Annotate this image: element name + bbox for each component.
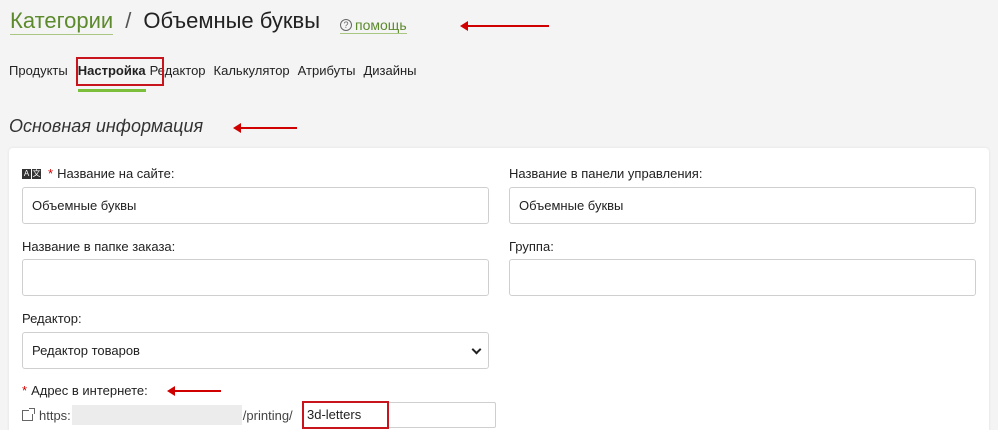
url-prefix: https: <box>39 407 71 423</box>
site-name-input[interactable]: Объемные буквы <box>22 187 489 224</box>
annotation-arrow-help <box>460 21 549 31</box>
external-link-icon[interactable] <box>22 407 35 421</box>
site-name-label-row: A文 * Название на сайте: <box>22 166 174 181</box>
url-slug-value[interactable]: 3d-letters <box>302 401 389 429</box>
url-label-row: * Адрес в интернете: <box>22 383 148 398</box>
admin-name-input[interactable]: Объемные буквы <box>509 187 976 224</box>
tab-bar: Продукты Настройка Редактор Калькулятор … <box>9 63 425 92</box>
basic-info-card: A文 * Название на сайте: Объемные буквы Н… <box>9 148 989 430</box>
annotation-arrow-section <box>233 123 297 133</box>
tab-products[interactable]: Продукты <box>9 63 68 81</box>
page-header: Категории / Объемные буквы ? помощь <box>10 8 407 40</box>
help-label: помощь <box>355 17 407 33</box>
section-title-basic-info: Основная информация <box>9 116 204 136</box>
tab-designs[interactable]: Дизайны <box>363 63 416 81</box>
admin-name-label: Название в панели управления: <box>509 166 703 181</box>
help-link[interactable]: ? помощь <box>340 17 407 34</box>
site-name-label: Название на сайте: <box>57 166 175 181</box>
group-label: Группа: <box>509 239 554 254</box>
help-question-icon: ? <box>340 19 353 31</box>
url-row: https: /printing/ <box>22 402 293 428</box>
tab-attributes[interactable]: Атрибуты <box>298 63 356 81</box>
annotation-box-settings-tab <box>76 57 164 86</box>
required-mark: * <box>48 166 54 181</box>
breadcrumb-categories-link[interactable]: Категории <box>10 8 114 35</box>
required-mark: * <box>22 383 28 398</box>
annotation-arrow-url <box>167 386 221 396</box>
editor-select[interactable]: Редактор товаров <box>22 332 489 369</box>
group-input[interactable] <box>509 259 976 296</box>
order-folder-input[interactable] <box>22 259 489 296</box>
editor-select-value: Редактор товаров <box>32 343 140 358</box>
chevron-down-icon <box>471 344 482 355</box>
order-folder-label: Название в папке заказа: <box>22 239 176 254</box>
breadcrumb-separator: / <box>125 8 132 33</box>
url-path: /printing/ <box>242 407 293 423</box>
redacted-domain <box>71 405 242 425</box>
translate-icon[interactable]: A文 <box>22 168 42 179</box>
editor-label: Редактор: <box>22 311 82 326</box>
page-title: Объемные буквы <box>143 8 321 33</box>
url-label: Адрес в интернете: <box>31 383 148 398</box>
tab-calculator[interactable]: Калькулятор <box>214 63 290 81</box>
